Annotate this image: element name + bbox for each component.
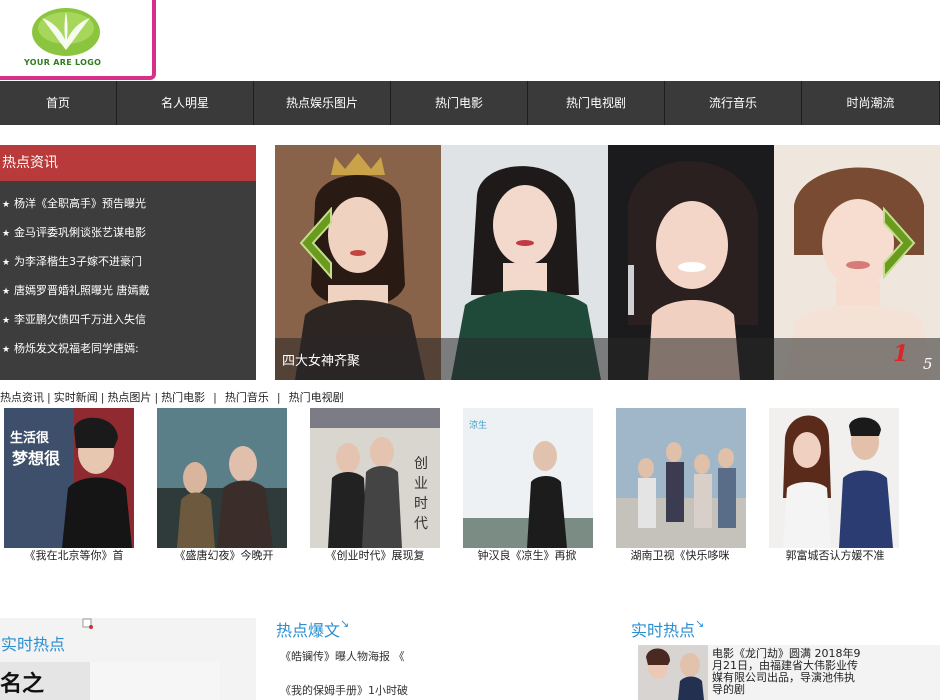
list-item[interactable]: ★ 唐嫣罗晋婚礼照曝光 唐嫣戴 (0, 276, 256, 305)
news-link[interactable]: 杨烁发文祝福老同学唐嫣: (14, 342, 139, 355)
thumbnail-4[interactable]: 涼生 (463, 408, 593, 548)
hot-post-link[interactable]: 《我的保姆手册》1小时破 (280, 682, 408, 698)
svg-text:代: 代 (414, 516, 428, 532)
star-icon: ★ (2, 258, 11, 268)
chevron-right-icon[interactable] (880, 207, 920, 279)
nav-item-movies[interactable]: 热门电影 (391, 81, 528, 125)
tab-hot-news[interactable]: 热点资讯 (0, 391, 44, 404)
svg-text:创: 创 (414, 456, 428, 472)
live-hot-left-image[interactable]: 名之 (0, 662, 220, 700)
tab-hot-pictures[interactable]: 热点图片 (107, 391, 151, 404)
tab-hot-tv[interactable]: 热门电视剧 (289, 391, 344, 404)
hot-posts-title-text: 热点爆文 (276, 621, 341, 640)
star-icon: ★ (2, 287, 11, 297)
news-link[interactable]: 杨洋《全职高手》预告曝光 (14, 197, 146, 210)
live-hot-right-title[interactable]: 实时热点↘ (631, 617, 704, 641)
nav-item-ent-pictures[interactable]: 热点娱乐图片 (254, 81, 391, 125)
news-thumbnail (638, 645, 708, 700)
tab-hot-movies[interactable]: 热门电影 (161, 391, 205, 404)
star-icon: ★ (2, 200, 11, 210)
star-icon: ★ (2, 229, 11, 239)
thumbnail-caption[interactable]: 《创业时代》展现复 (300, 547, 450, 563)
tab-separator: | (276, 391, 281, 404)
logo-text: YOUR ARE LOGO (24, 58, 102, 67)
svg-text:业: 业 (414, 476, 428, 492)
tab-separator: | (47, 391, 51, 404)
category-tabs: 热点资讯 | 实时新闻 | 热点图片 | 热门电影 | 热门音乐 | 热门电视剧 (0, 389, 600, 405)
hot-news-title: 热点资讯 (0, 145, 256, 181)
poster-text: 名之 (0, 671, 45, 697)
corner-arrow-icon: ↘ (695, 617, 705, 630)
list-item[interactable]: ★ 杨烁发文祝福老同学唐嫣: (0, 334, 256, 363)
chevron-left-icon[interactable] (295, 207, 335, 279)
news-link[interactable]: 金马评委巩俐谈张艺谋电影 (14, 226, 146, 239)
slider-active-index[interactable]: 1 (893, 341, 908, 367)
slider-caption[interactable]: 四大女神齐聚 (282, 350, 360, 369)
list-item[interactable]: ★ 金马评委巩俐谈张艺谋电影 (0, 218, 256, 247)
slider-caption-bar (275, 338, 940, 380)
tab-live-news[interactable]: 实时新闻 (54, 391, 98, 404)
thumbnail-3[interactable]: 创 业 时 代 (310, 408, 440, 548)
nav-item-tv-series[interactable]: 热门电视剧 (528, 81, 665, 125)
live-hot-left-title[interactable]: 实时热点 (1, 631, 65, 655)
nav-item-music[interactable]: 流行音乐 (665, 81, 802, 125)
thumbnail-caption[interactable]: 湖南卫视《快乐哆咪 (605, 547, 755, 563)
news-link[interactable]: 李亚鹏欠债四千万进入失信 (14, 313, 146, 326)
svg-text:时: 时 (414, 496, 428, 512)
image-slider[interactable]: 四大女神齐聚 1 5 (275, 145, 940, 380)
tab-separator: | (100, 391, 105, 404)
nav-item-home[interactable]: 首页 (0, 81, 117, 125)
thumbnail-1[interactable]: 生活很 梦想很 (4, 408, 134, 548)
nav-item-fashion[interactable]: 时尚潮流 (802, 81, 940, 125)
thumbnail-2[interactable] (157, 408, 287, 548)
tab-hot-music[interactable]: 热门音乐 (225, 391, 269, 404)
live-hot-right-title-text: 实时热点 (631, 621, 696, 640)
svg-text:生活很: 生活很 (10, 430, 50, 446)
live-hot-right-item[interactable]: 电影《龙门劫》圆满 2018年9月21日，由福建省大伟影业传媒有限公司出品，导演… (638, 645, 940, 700)
main-nav: 首页 名人明星 热点娱乐图片 热门电影 热门电视剧 流行音乐 时尚潮流 (0, 81, 940, 125)
news-link[interactable]: 唐嫣罗晋婚礼照曝光 唐嫣戴 (14, 284, 150, 297)
svg-text:涼生: 涼生 (469, 419, 487, 431)
thumbnail-6[interactable] (769, 408, 899, 548)
live-hot-right-text: 电影《龙门劫》圆满 2018年9月21日，由福建省大伟影业传媒有限公司出品，导演… (712, 647, 861, 696)
nav-item-celebrities[interactable]: 名人明星 (117, 81, 254, 125)
thumbnail-caption[interactable]: 钟汉良《凉生》再掀 (452, 547, 602, 563)
hot-post-link[interactable]: 《皓镧传》曝人物海报 《 (280, 648, 405, 664)
thumbnail-caption[interactable]: 郭富城否认方媛不准 (760, 547, 910, 563)
slider-total[interactable]: 5 (923, 355, 933, 373)
star-icon: ★ (2, 345, 11, 355)
thumbnail-5[interactable] (616, 408, 746, 548)
news-link[interactable]: 为李泽楷生3子嫁不进豪门 (14, 255, 142, 268)
thumbnail-caption[interactable]: 《我在北京等你》首 (0, 547, 148, 563)
list-item[interactable]: ★ 李亚鹏欠债四千万进入失信 (0, 305, 256, 334)
corner-arrow-icon: ↘ (340, 617, 350, 630)
tab-separator: | (213, 391, 217, 404)
star-icon: ★ (2, 316, 11, 326)
leaf-logo-icon (32, 8, 100, 56)
site-logo[interactable]: YOUR ARE LOGO (0, 0, 156, 80)
thumbnail-caption[interactable]: 《盛唐幻夜》今晚开 (150, 547, 298, 563)
list-item[interactable]: ★ 为李泽楷生3子嫁不进豪门 (0, 247, 256, 276)
hot-posts-title[interactable]: 热点爆文↘ (276, 617, 349, 641)
small-badge-icon (82, 618, 94, 630)
tab-separator: | (154, 391, 159, 404)
svg-text:梦想很: 梦想很 (12, 449, 60, 468)
hot-news-list: ★ 杨洋《全职高手》预告曝光 ★ 金马评委巩俐谈张艺谋电影 ★ 为李泽楷生3子嫁不进豪… (0, 181, 256, 363)
hot-news-box: 热点资讯 ★ 杨洋《全职高手》预告曝光 ★ 金马评委巩俐谈张艺谋电影 ★ 为李泽楷生3… (0, 145, 256, 380)
list-item[interactable]: ★ 杨洋《全职高手》预告曝光 (0, 189, 256, 218)
